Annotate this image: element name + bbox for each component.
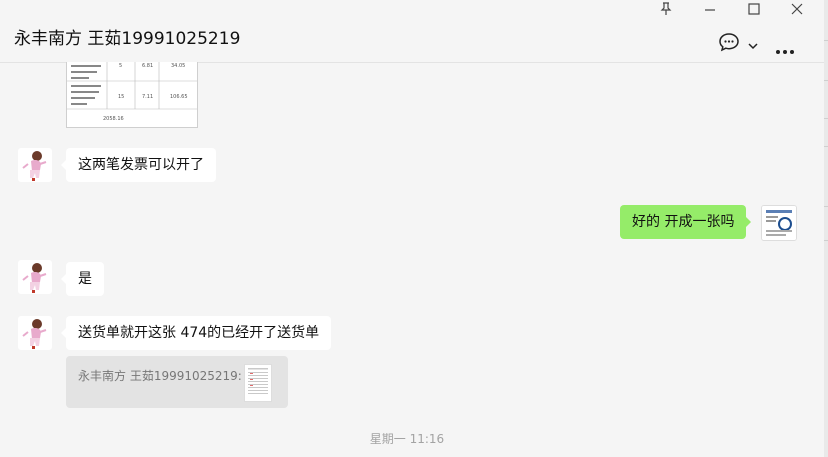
more-icon[interactable] bbox=[775, 40, 795, 59]
table-cell: 5 bbox=[119, 63, 122, 69]
table-total: 2058.16 bbox=[103, 116, 124, 122]
pin-icon[interactable] bbox=[656, 2, 676, 20]
table-cell: 7.11 bbox=[142, 94, 153, 100]
avatar[interactable] bbox=[18, 260, 52, 294]
quoted-message[interactable]: 永丰南方 王茹19991025219: bbox=[66, 356, 288, 408]
close-icon[interactable] bbox=[787, 2, 807, 20]
table-cell: 106.65 bbox=[170, 94, 188, 100]
window-edge bbox=[824, 0, 828, 457]
avatar[interactable] bbox=[761, 205, 797, 241]
chat-header: 永丰南方 王茹19991025219 bbox=[0, 0, 828, 63]
chat-title: 永丰南方 王茹19991025219 bbox=[14, 29, 241, 49]
chat-icon[interactable] bbox=[718, 32, 740, 56]
message-bubble[interactable]: 好的 开成一张吗 bbox=[620, 205, 752, 239]
chevron-down-icon[interactable] bbox=[747, 36, 759, 55]
avatar[interactable] bbox=[18, 316, 52, 350]
invoice-table-image[interactable]: 5 6.81 34.05 15 7.11 106.65 2058.16 bbox=[66, 62, 198, 128]
message-bubble[interactable]: 这两笔发票可以开了 bbox=[61, 148, 216, 182]
message-bubble[interactable]: 送货单就开这张 474的已经开了送货单 bbox=[60, 316, 332, 350]
maximize-icon[interactable] bbox=[744, 2, 764, 20]
table-cell: 34.05 bbox=[171, 63, 185, 69]
table-cell: 15 bbox=[118, 94, 124, 100]
avatar[interactable] bbox=[18, 148, 52, 182]
quoted-message-sender: 永丰南方 王茹19991025219: bbox=[78, 369, 242, 383]
table-cell: 6.81 bbox=[142, 63, 153, 69]
message-timestamp: 星期一 11:16 bbox=[369, 432, 445, 446]
quoted-image-thumbnail[interactable] bbox=[244, 364, 272, 402]
message-bubble[interactable]: 是 bbox=[61, 262, 104, 296]
minimize-icon[interactable] bbox=[700, 2, 720, 20]
